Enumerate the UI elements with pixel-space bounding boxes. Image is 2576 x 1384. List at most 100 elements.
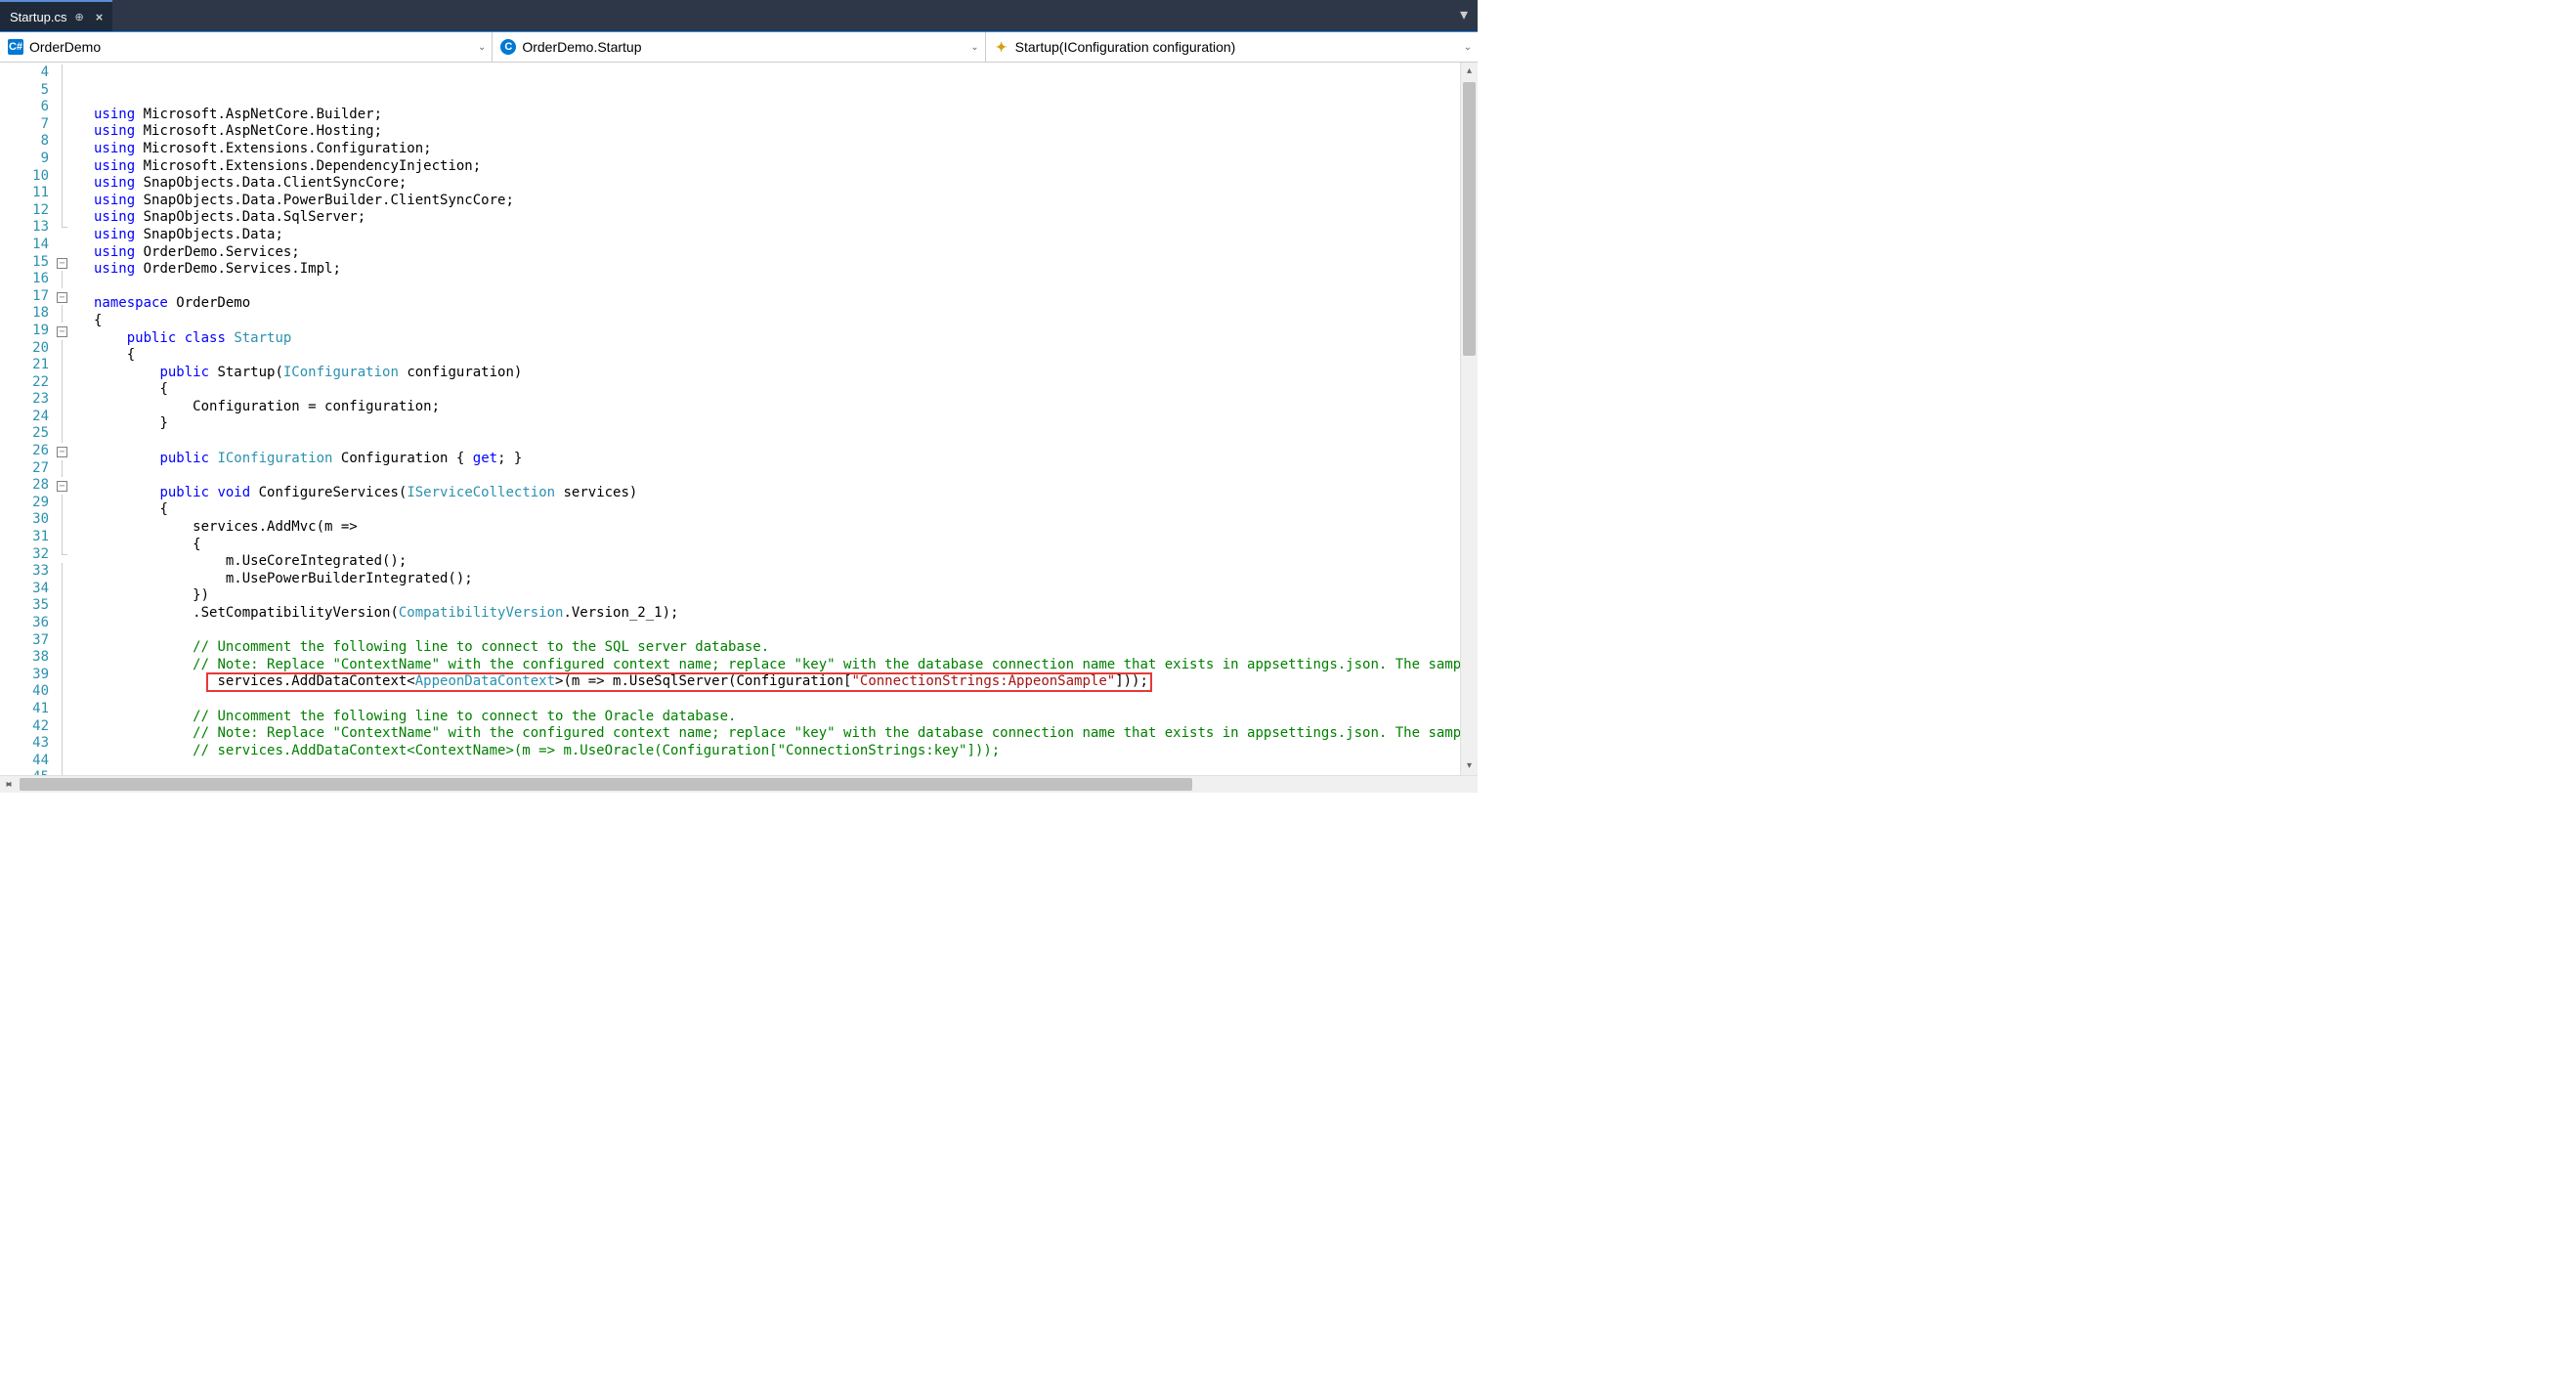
chevron-down-icon: ⌄ [478, 42, 486, 53]
fold-cell [57, 185, 90, 202]
code-line[interactable]: public void ConfigureServices(IServiceCo… [90, 485, 1460, 502]
code-line[interactable]: using Microsoft.Extensions.DependencyInj… [90, 158, 1460, 176]
fold-toggle-icon[interactable]: − [57, 258, 67, 269]
line-number: 26 [0, 443, 49, 460]
tabbar-overflow-icon[interactable]: ▾ [1450, 0, 1478, 31]
nav-class-dropdown[interactable]: C OrderDemo.Startup ⌄ [493, 32, 985, 62]
fold-cell [57, 409, 90, 426]
fold-cell [57, 219, 90, 237]
code-line[interactable] [90, 279, 1460, 296]
code-line[interactable]: // services.AddDataContext<ContextName>(… [90, 743, 1460, 760]
code-line[interactable]: } [90, 415, 1460, 433]
fold-cell [57, 495, 90, 512]
vertical-scrollbar[interactable]: ▴ ▾ [1460, 63, 1478, 775]
code-line[interactable]: // Note: Replace "ContextName" with the … [90, 657, 1460, 674]
fold-cell [57, 581, 90, 598]
scroll-down-arrow[interactable]: ▾ [1461, 757, 1478, 775]
code-line[interactable]: m.UsePowerBuilderIntegrated(); [90, 571, 1460, 588]
line-number: 8 [0, 133, 49, 151]
nav-project-dropdown[interactable]: C# OrderDemo ⌄ [0, 32, 493, 62]
code-line[interactable]: using SnapObjects.Data.SqlServer; [90, 209, 1460, 227]
fold-cell [57, 237, 90, 254]
pin-icon[interactable]: ⊕ [75, 11, 84, 23]
code-line[interactable]: }) [90, 587, 1460, 605]
code-line[interactable]: // Note: Replace "ContextName" with the … [90, 725, 1460, 743]
method-icon: ✦ [994, 39, 1009, 55]
line-number: 17 [0, 288, 49, 306]
code-line[interactable]: // Uncomment the following line to conne… [90, 709, 1460, 726]
code-line[interactable]: Configuration = configuration; [90, 399, 1460, 416]
fold-cell [57, 271, 90, 288]
fold-cell[interactable]: − [57, 254, 90, 272]
code-line[interactable] [90, 759, 1460, 775]
fold-cell[interactable]: − [57, 477, 90, 495]
fold-cell [57, 305, 90, 323]
code-line[interactable]: public IConfiguration Configuration { ge… [90, 451, 1460, 468]
horizontal-scrollbar[interactable]: ◂ ▸ [0, 775, 1478, 793]
line-number: 7 [0, 116, 49, 134]
code-line[interactable] [90, 433, 1460, 451]
scroll-thumb[interactable] [20, 778, 1192, 791]
code-line[interactable]: m.UseCoreIntegrated(); [90, 553, 1460, 571]
code-line[interactable]: { [90, 501, 1460, 519]
code-line[interactable] [90, 691, 1460, 709]
code-line[interactable]: using Microsoft.Extensions.Configuration… [90, 141, 1460, 158]
fold-cell[interactable]: − [57, 323, 90, 340]
code-line[interactable]: using OrderDemo.Services; [90, 244, 1460, 262]
line-number: 10 [0, 168, 49, 186]
code-line[interactable]: { [90, 381, 1460, 399]
code-line[interactable]: // Uncomment the following line to conne… [90, 639, 1460, 657]
navigation-bar: C# OrderDemo ⌄ C OrderDemo.Startup ⌄ ✦ S… [0, 31, 1478, 63]
code-area[interactable]: using Microsoft.AspNetCore.Builder;using… [90, 63, 1460, 775]
code-line[interactable]: using SnapObjects.Data; [90, 227, 1460, 244]
code-line[interactable]: { [90, 313, 1460, 330]
chevron-down-icon: ⌄ [1464, 42, 1472, 53]
fold-cell [57, 511, 90, 529]
code-line[interactable]: { [90, 347, 1460, 365]
fold-cell[interactable]: − [57, 443, 90, 460]
line-number: 16 [0, 271, 49, 288]
fold-toggle-icon[interactable]: − [57, 447, 67, 457]
nav-class-text: OrderDemo.Startup [522, 39, 641, 55]
fold-toggle-icon[interactable]: − [57, 481, 67, 492]
line-number: 4 [0, 65, 49, 82]
fold-cell [57, 357, 90, 374]
line-number: 34 [0, 581, 49, 598]
scroll-up-arrow[interactable]: ▴ [1461, 63, 1478, 80]
fold-cell [57, 99, 90, 116]
fold-cell[interactable]: − [57, 288, 90, 306]
code-line[interactable]: { [90, 537, 1460, 554]
close-icon[interactable]: × [96, 10, 104, 24]
line-number: 28 [0, 477, 49, 495]
scroll-thumb[interactable] [1463, 82, 1476, 356]
code-line[interactable] [90, 467, 1460, 485]
code-line[interactable]: using OrderDemo.Services.Impl; [90, 261, 1460, 279]
fold-cell [57, 753, 90, 770]
fold-gutter[interactable]: − − − − − [57, 63, 90, 775]
code-line[interactable]: public Startup(IConfiguration configurat… [90, 365, 1460, 382]
code-editor[interactable]: 4567891011121314151617181920212223242526… [0, 63, 1478, 775]
file-tab-startup[interactable]: Startup.cs ⊕ × [0, 0, 112, 31]
fold-toggle-icon[interactable]: − [57, 292, 67, 303]
line-number: 9 [0, 151, 49, 168]
scroll-right-arrow[interactable]: ▸ [0, 776, 18, 794]
code-line[interactable]: public class Startup [90, 330, 1460, 348]
code-line[interactable]: using SnapObjects.Data.ClientSyncCore; [90, 175, 1460, 193]
code-line[interactable]: services.AddDataContext<AppeonDataContex… [90, 673, 1460, 691]
fold-cell [57, 82, 90, 100]
line-number: 15 [0, 254, 49, 272]
code-line[interactable]: using Microsoft.AspNetCore.Builder; [90, 107, 1460, 124]
fold-cell [57, 116, 90, 134]
fold-cell [57, 460, 90, 478]
fold-cell [57, 133, 90, 151]
fold-toggle-icon[interactable]: − [57, 326, 67, 337]
code-line[interactable]: .SetCompatibilityVersion(CompatibilityVe… [90, 605, 1460, 623]
code-line[interactable]: services.AddMvc(m => [90, 519, 1460, 537]
line-number: 44 [0, 753, 49, 770]
code-line[interactable]: namespace OrderDemo [90, 295, 1460, 313]
code-line[interactable]: using Microsoft.AspNetCore.Hosting; [90, 123, 1460, 141]
line-number: 18 [0, 305, 49, 323]
nav-member-dropdown[interactable]: ✦ Startup(IConfiguration configuration) … [986, 32, 1478, 62]
code-line[interactable]: using SnapObjects.Data.PowerBuilder.Clie… [90, 193, 1460, 210]
code-line[interactable] [90, 623, 1460, 640]
